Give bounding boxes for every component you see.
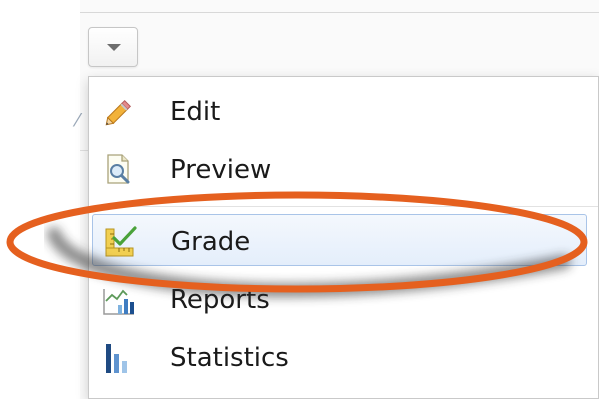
reports-chart-icon [103,289,134,315]
menu-item-statistics[interactable]: Statistics [92,331,587,383]
menu-item-label: Statistics [170,343,289,373]
toolbar-divider [80,12,599,13]
menu-item-grade[interactable]: Grade [92,214,587,266]
partial-background-glyph: ⁄ [76,110,80,131]
menu-separator [93,206,598,207]
grade-ruler-check-icon [105,226,137,257]
menu-item-label: Edit [170,97,221,127]
actions-menu: Edit Preview Grade Reports Statistics [88,76,599,399]
menu-item-reports[interactable]: Reports [92,273,587,325]
menu-dropdown-button[interactable] [88,27,138,67]
menu-item-label: Grade [171,227,251,257]
statistics-bars-icon [106,344,127,373]
preview-magnifier-icon [107,154,130,184]
screenshot-stage: ⁄ Edit Preview Grade Reports Statistics [0,0,599,399]
pencil-icon [105,99,132,126]
menu-item-edit[interactable]: Edit [92,85,587,137]
menu-item-preview[interactable]: Preview [92,143,587,195]
menu-item-label: Preview [170,155,272,185]
menu-item-label: Reports [170,285,270,315]
caret-down-icon [107,44,121,51]
